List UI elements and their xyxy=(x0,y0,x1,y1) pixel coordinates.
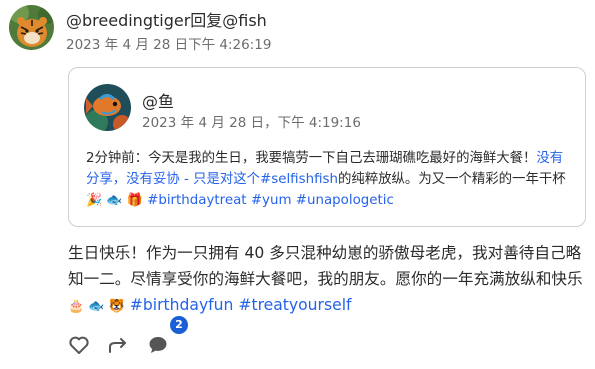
quoted-hashtags[interactable]: #birthdaytreat #yum #unapologetic xyxy=(147,193,394,208)
quoted-post-card[interactable]: @鱼 2023 年 4 月 28 日，下午 4:19:16 2分钟前：今天是我的… xyxy=(68,67,586,227)
post-hashtags[interactable]: #birthdayfun #treatyourself xyxy=(130,296,352,314)
author-name[interactable]: @breedingtiger回复@fish xyxy=(66,7,267,31)
share-icon xyxy=(109,338,126,353)
quoted-text-end: 的纯粹放纵。为又一个精彩的一年干杯 xyxy=(337,172,566,187)
post-text: 生日快乐！作为一只拥有 40 多只混种幼崽的骄傲母老虎，我对善待自己略知一二。尽… xyxy=(68,240,586,320)
quoted-author-name[interactable]: @鱼 xyxy=(142,88,174,112)
boost-button[interactable] xyxy=(106,333,130,357)
reply-count-badge: 2 xyxy=(170,316,188,334)
quoted-timestamp[interactable]: 2023 年 4 月 28 日，下午 4:19:16 xyxy=(142,111,361,131)
author-avatar[interactable] xyxy=(9,5,54,50)
post-emojis: 🎂 🐟 🐯 xyxy=(68,299,125,314)
like-button[interactable] xyxy=(67,333,91,357)
heart-icon xyxy=(69,336,89,354)
post-body: 生日快乐！作为一只拥有 40 多只混种幼崽的骄傲母老虎，我对善待自己略知一二。尽… xyxy=(68,244,583,288)
reply-button[interactable] xyxy=(146,333,170,357)
quoted-post-text: 2分钟前：今天是我的生日，我要犒劳一下自己去珊瑚礁吃最好的海鲜大餐！没有分享，没… xyxy=(86,148,576,211)
quoted-emojis: 🎉 🐟 🎁 xyxy=(86,193,143,208)
post-timestamp[interactable]: 2023 年 4 月 28 日下午 4:26:19 xyxy=(66,33,271,53)
comment-icon xyxy=(149,337,167,353)
quoted-text-start: 2分钟前：今天是我的生日，我要犒劳一下自己去珊瑚礁吃最好的海鲜大餐！ xyxy=(86,151,537,166)
quoted-author-avatar[interactable] xyxy=(84,84,131,131)
